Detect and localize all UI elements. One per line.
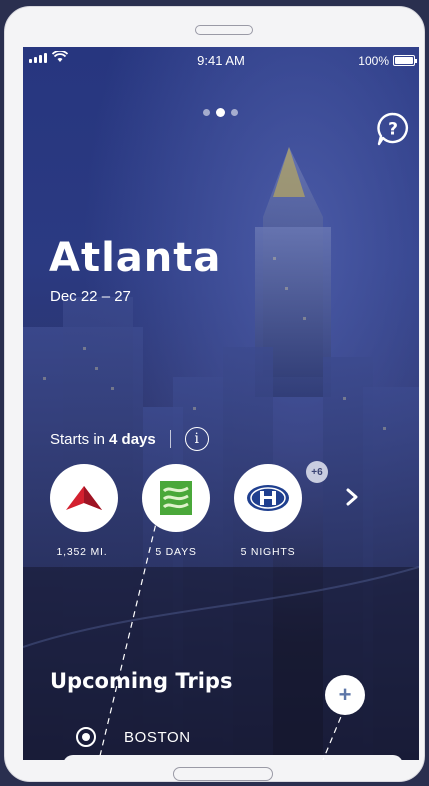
- chevron-right-icon[interactable]: [345, 487, 359, 507]
- upcoming-trips-title: Upcoming Trips: [50, 669, 233, 693]
- airline-summary-button[interactable]: [50, 464, 118, 532]
- trip-radio-selected[interactable]: [76, 727, 96, 747]
- countdown-value: 4 days: [109, 430, 156, 448]
- destination-title: Atlanta: [49, 235, 222, 281]
- hotel-summary-label: 5 NIGHTS: [240, 546, 296, 558]
- battery-icon: [393, 55, 417, 66]
- page-dot[interactable]: [203, 109, 210, 116]
- phone-frame: 9:41 AM 100% ? Atlanta Dec 22 – 27 Start…: [4, 6, 425, 782]
- page-dot-active[interactable]: [216, 108, 225, 117]
- status-bar: 9:41 AM 100%: [23, 47, 419, 75]
- page-dot[interactable]: [231, 109, 238, 116]
- page-indicator[interactable]: [203, 108, 238, 117]
- question-bubble-icon: ?: [377, 112, 408, 146]
- countdown-prefix: Starts in: [50, 430, 106, 448]
- app-screen: 9:41 AM 100% ? Atlanta Dec 22 – 27 Start…: [23, 47, 419, 760]
- battery-percent: 100%: [358, 54, 389, 68]
- hotel-summary-button[interactable]: [234, 464, 302, 532]
- countdown-row: Starts in 4 days i: [50, 427, 209, 451]
- trip-card-peek[interactable]: [63, 755, 403, 760]
- car-rental-summary-label: 5 DAYS: [155, 546, 197, 558]
- airline-logo-icon: [66, 486, 102, 510]
- trip-dates: Dec 22 – 27: [50, 288, 131, 305]
- more-items-badge[interactable]: +6: [306, 461, 328, 483]
- city-skyline-background: [23, 147, 419, 760]
- home-indicator[interactable]: [173, 767, 273, 781]
- divider: [169, 430, 171, 448]
- hotel-logo-icon: [247, 485, 289, 511]
- airline-summary-label: 1,352 MI.: [56, 546, 108, 558]
- svg-text:?: ?: [388, 120, 398, 140]
- info-icon[interactable]: i: [184, 427, 209, 451]
- add-trip-button[interactable]: +: [325, 675, 365, 715]
- car-rental-summary-button[interactable]: [142, 464, 210, 532]
- help-button[interactable]: ?: [375, 111, 411, 147]
- car-rental-logo-icon: [160, 481, 192, 515]
- speaker-grille: [195, 25, 253, 35]
- trip-list-item-city[interactable]: BOSTON: [124, 729, 191, 746]
